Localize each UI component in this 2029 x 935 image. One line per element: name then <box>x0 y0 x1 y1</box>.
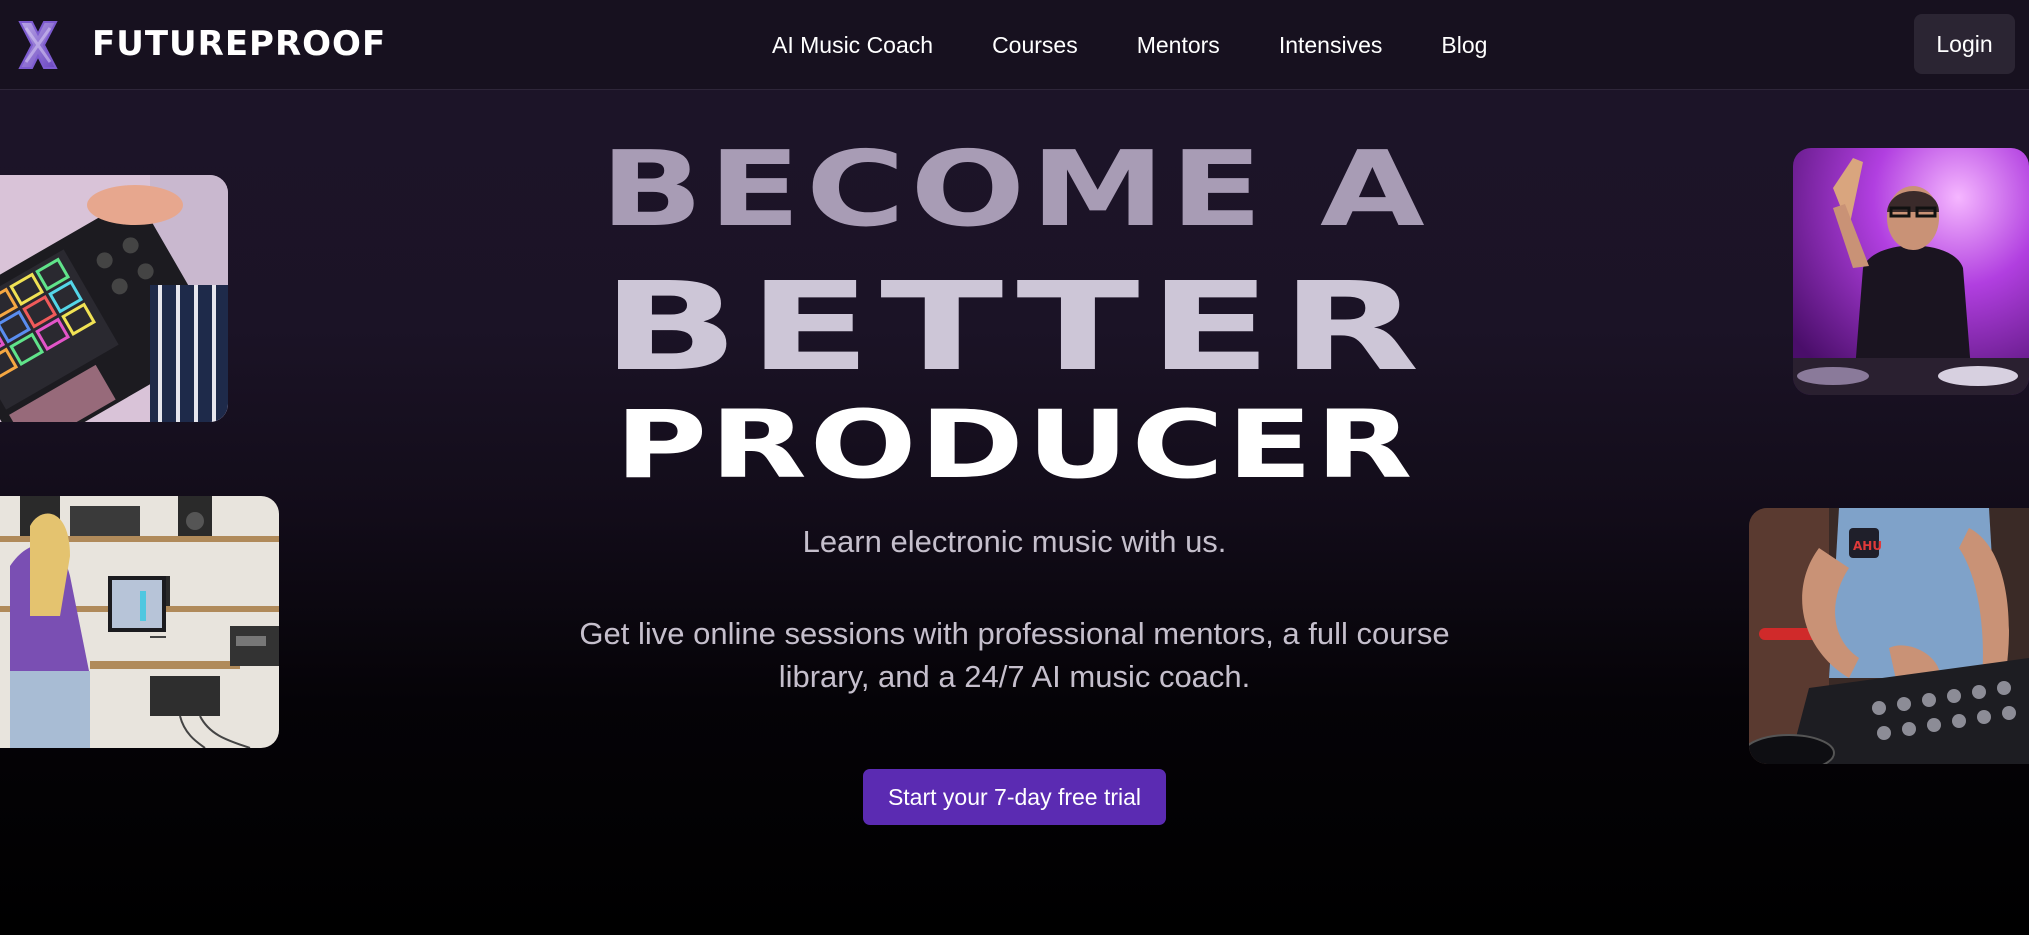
x-cross-logo-icon[interactable] <box>12 18 64 72</box>
free-trial-button[interactable]: Start your 7-day free trial <box>863 769 1166 825</box>
nav-ai-music-coach[interactable]: AI Music Coach <box>772 32 933 59</box>
hero-description: Get live online sessions with profession… <box>579 616 1450 694</box>
nav-courses[interactable]: Courses <box>992 32 1078 59</box>
nav-mentors[interactable]: Mentors <box>1137 32 1220 59</box>
login-button[interactable]: Login <box>1914 14 2015 74</box>
top-navigation-bar: FUTUREPROOF AI Music Coach Courses Mento… <box>0 0 2029 90</box>
headline-line-1: BECOME A <box>600 128 1430 250</box>
headline-line-2: BETTER <box>601 256 1429 398</box>
nav-blog[interactable]: Blog <box>1441 32 1487 59</box>
dj-performing-purple-light-photo <box>1793 148 2029 395</box>
main-nav: AI Music Coach Courses Mentors Intensive… <box>772 0 1487 90</box>
brand-wordmark[interactable]: FUTUREPROOF <box>92 22 386 66</box>
nav-intensives[interactable]: Intensives <box>1279 32 1383 59</box>
drum-pad-controller-photo <box>0 175 228 422</box>
headline-line-3: PRODUCER <box>614 391 1416 500</box>
hero-subtitle: Learn electronic music with us. <box>802 524 1227 559</box>
